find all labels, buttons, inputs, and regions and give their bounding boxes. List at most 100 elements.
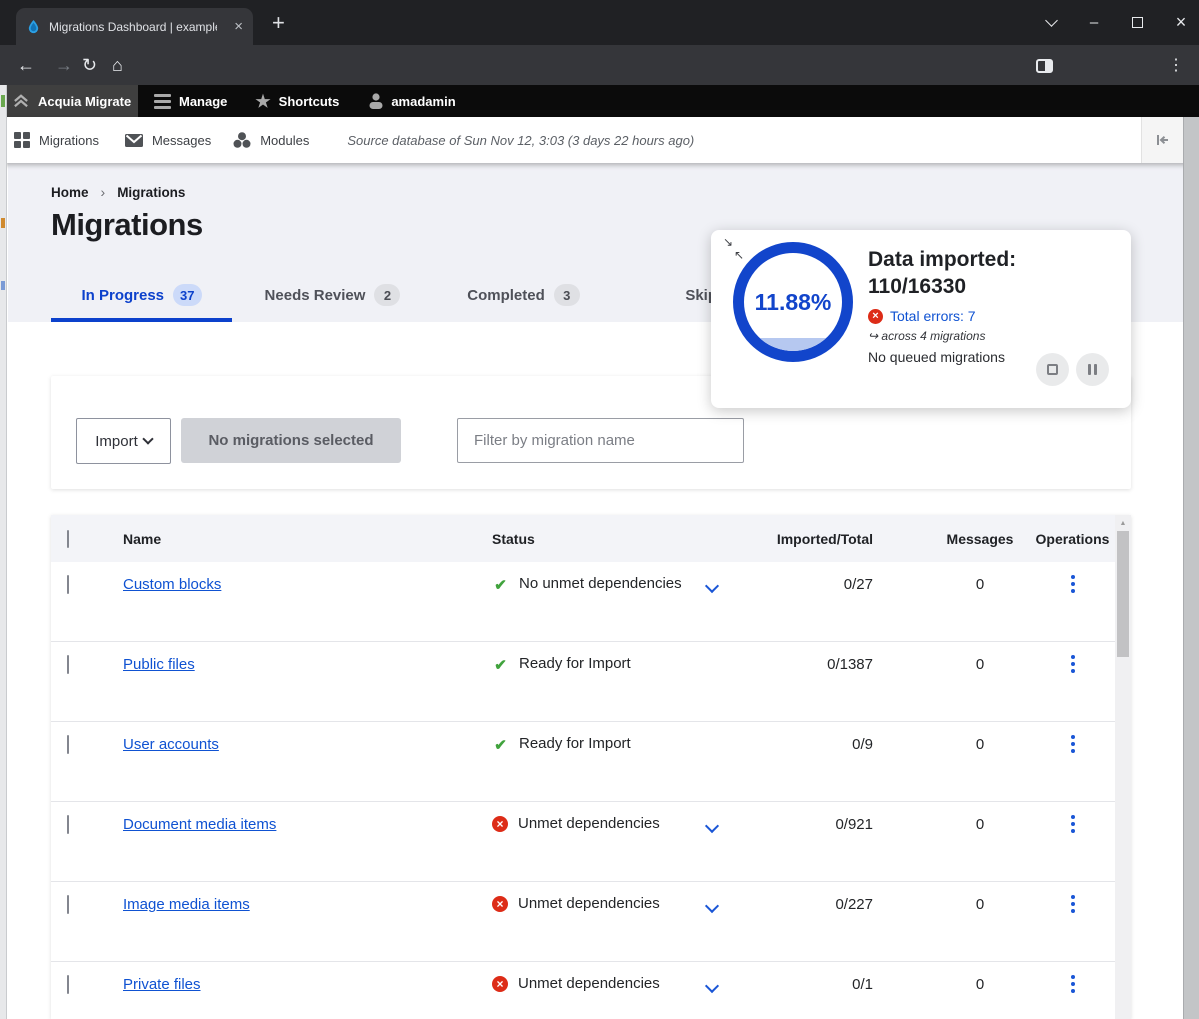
status-chevron-icon[interactable] <box>705 819 719 833</box>
pause-button[interactable] <box>1076 353 1109 386</box>
messages-count: 0 <box>930 962 1030 993</box>
table-row: Custom blocks No unmet dependencies 0/27… <box>51 562 1115 642</box>
operations-kebab-button[interactable] <box>1065 573 1081 595</box>
collapse-toolbar-button[interactable] <box>1141 117 1183 163</box>
messages-nav-label: Messages <box>152 133 211 148</box>
migrations-nav-item[interactable]: Migrations <box>14 132 99 148</box>
status-icon <box>492 976 508 992</box>
status-label: Ready for Import <box>519 655 631 672</box>
row-checkbox[interactable] <box>67 895 69 914</box>
tab-close-icon[interactable]: × <box>234 18 243 35</box>
migration-name-link[interactable]: Document media items <box>123 816 276 833</box>
table-row: Private files Unmet dependencies 0/1 0 <box>51 962 1115 1019</box>
forward-button[interactable]: → <box>55 45 73 85</box>
manage-menu-item[interactable]: Manage <box>154 94 227 109</box>
acquia-migrate-brand[interactable]: Acquia Migrate <box>0 85 138 117</box>
migration-name-link[interactable]: User accounts <box>123 736 219 753</box>
row-checkbox[interactable] <box>67 815 69 834</box>
star-icon: ★ <box>255 93 270 110</box>
user-menu-item[interactable]: amadamin <box>369 93 455 109</box>
status-chevron-icon[interactable] <box>705 899 719 913</box>
filter-input[interactable] <box>457 418 744 463</box>
progress-percent: 11.88% <box>744 253 842 351</box>
messages-count: 0 <box>930 722 1030 753</box>
messages-count: 0 <box>930 642 1030 673</box>
resize-in-icon[interactable]: ↘ <box>723 236 733 248</box>
status-chevron-icon[interactable] <box>705 979 719 993</box>
status-icon <box>492 656 509 673</box>
tab[interactable]: Completed 3 <box>433 268 614 322</box>
maximize-button[interactable] <box>1132 17 1143 28</box>
home-button[interactable]: ⌂ <box>112 45 123 85</box>
shortcuts-menu-item[interactable]: ★ Shortcuts <box>255 93 339 110</box>
import-dropdown-button[interactable]: Import <box>76 418 171 464</box>
migration-name-link[interactable]: Public files <box>123 656 195 673</box>
tab[interactable]: Needs Review 2 <box>242 268 423 322</box>
select-all-checkbox[interactable] <box>67 530 69 548</box>
browser-tab[interactable]: Migrations Dashboard | example × <box>16 8 253 45</box>
new-tab-button[interactable]: + <box>272 10 285 36</box>
imported-total-value: 0/921 <box>765 802 930 833</box>
operations-kebab-button[interactable] <box>1065 653 1081 675</box>
modules-icon <box>233 132 251 148</box>
imported-total-value: 0/227 <box>765 882 930 913</box>
window-chevron-icon[interactable] <box>1045 14 1058 27</box>
status-label: Ready for Import <box>519 735 631 752</box>
chevron-right-icon: › <box>101 184 106 200</box>
status-chevron-icon[interactable] <box>705 579 719 593</box>
minimize-button[interactable]: – <box>1086 14 1102 31</box>
back-button[interactable]: ← <box>17 45 35 85</box>
table-row: Document media items Unmet dependencies … <box>51 802 1115 882</box>
grid-icon <box>14 132 30 148</box>
operations-kebab-button[interactable] <box>1065 813 1081 835</box>
row-checkbox[interactable] <box>67 575 69 594</box>
arrow-to-bar-icon <box>1155 134 1171 146</box>
status-icon <box>492 736 509 753</box>
breadcrumb: Home › Migrations <box>51 184 185 200</box>
status-label: Unmet dependencies <box>518 815 660 832</box>
tab-label: Needs Review <box>265 287 366 304</box>
migration-name-link[interactable]: Image media items <box>123 896 250 913</box>
table-body: Custom blocks No unmet dependencies 0/27… <box>51 562 1131 1019</box>
browser-titlebar: Migrations Dashboard | example × + – × <box>0 0 1199 45</box>
operations-kebab-button[interactable] <box>1065 973 1081 995</box>
operations-kebab-button[interactable] <box>1065 733 1081 755</box>
table-row: User accounts Ready for Import 0/9 0 <box>51 722 1115 802</box>
stop-icon <box>1047 364 1058 375</box>
migration-name-link[interactable]: Private files <box>123 976 201 993</box>
migration-tabs: In Progress 37 Needs Review 2 Completed … <box>51 268 805 322</box>
shortcuts-label: Shortcuts <box>279 94 340 109</box>
left-window-sliver <box>0 85 7 1019</box>
hamburger-icon <box>154 94 171 109</box>
chevron-down-icon <box>142 433 153 444</box>
page-title: Migrations <box>51 207 203 243</box>
status-icon <box>492 896 508 912</box>
close-window-button[interactable]: × <box>1173 12 1189 33</box>
data-imported-title: Data imported: 110/16330 <box>868 246 1118 300</box>
scroll-up-icon[interactable]: ▲ <box>1115 520 1131 527</box>
scrollbar-thumb[interactable] <box>1117 531 1129 657</box>
header-messages: Messages <box>930 531 1030 547</box>
operations-kebab-button[interactable] <box>1065 893 1081 915</box>
reload-button[interactable]: ↻ <box>82 45 97 85</box>
row-checkbox[interactable] <box>67 655 69 674</box>
brand-label: Acquia Migrate <box>38 94 131 109</box>
status-label: Unmet dependencies <box>518 895 660 912</box>
messages-nav-item[interactable]: Messages <box>125 133 211 148</box>
migration-name-link[interactable]: Custom blocks <box>123 576 221 593</box>
browser-menu-button[interactable]: ⋮ <box>1168 45 1184 85</box>
table-scrollbar[interactable]: ▲ <box>1115 515 1131 1019</box>
stop-button[interactable] <box>1036 353 1069 386</box>
breadcrumb-current: Migrations <box>117 185 185 200</box>
side-panel-icon[interactable] <box>1036 59 1053 73</box>
row-checkbox[interactable] <box>67 975 69 994</box>
breadcrumb-home-link[interactable]: Home <box>51 185 89 200</box>
imported-total-value: 0/1 <box>765 962 930 993</box>
modules-nav-item[interactable]: Modules <box>233 132 309 148</box>
row-checkbox[interactable] <box>67 735 69 754</box>
total-errors-link[interactable]: Total errors: 7 <box>890 308 976 324</box>
imported-total-value: 0/1387 <box>765 642 930 673</box>
status-label: No unmet dependencies <box>519 575 682 592</box>
tab[interactable]: In Progress 37 <box>51 268 232 322</box>
resize-out-icon[interactable]: ↖ <box>734 249 744 261</box>
